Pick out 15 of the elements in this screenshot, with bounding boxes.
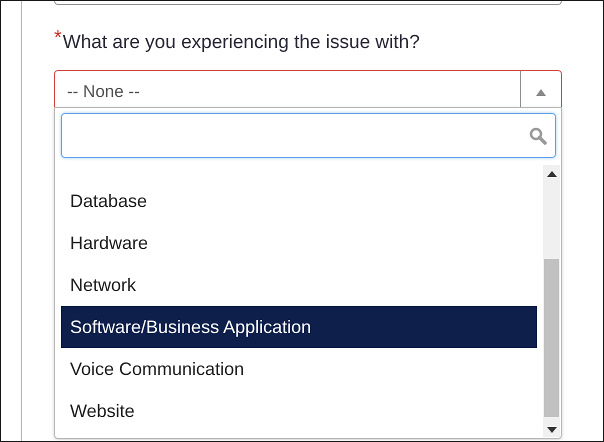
dropdown-option[interactable]: Network	[61, 264, 537, 306]
required-mark: *	[54, 29, 62, 47]
search-field[interactable]	[61, 113, 556, 158]
search-icon	[529, 126, 547, 144]
scroll-down-icon[interactable]	[546, 427, 556, 433]
scrollbar[interactable]	[543, 165, 560, 437]
dropdown-option[interactable]: Software/Business Application	[61, 306, 537, 348]
caret-icon	[536, 88, 546, 96]
dropdown-option[interactable]: Database	[61, 180, 537, 222]
scroll-up-icon[interactable]	[546, 171, 556, 177]
dropdown-option[interactable]: Hardware	[61, 222, 537, 264]
scrollbar-thumb[interactable]	[544, 259, 559, 417]
dropdown-option[interactable]: Website	[61, 390, 537, 432]
dropdown-option[interactable]: Voice Communication	[61, 348, 537, 390]
field-label: What are you experiencing the issue with?	[62, 31, 420, 55]
